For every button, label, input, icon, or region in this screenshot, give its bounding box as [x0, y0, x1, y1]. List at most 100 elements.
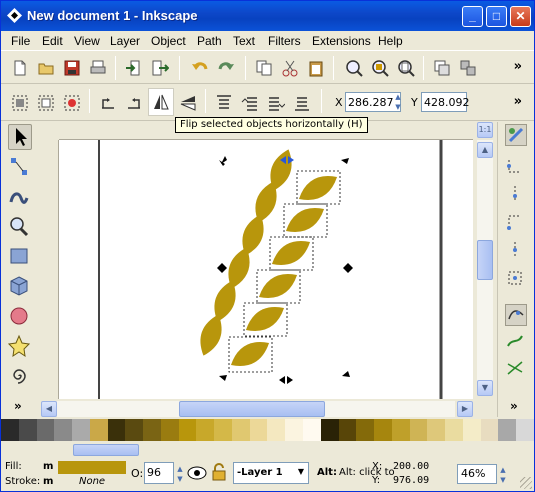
- leaf-group[interactable]: [194, 146, 341, 373]
- title-bar[interactable]: New document 1 - Inkscape _ □ ✕: [1, 1, 534, 31]
- hscroll-thumb[interactable]: [179, 401, 325, 417]
- palette-swatch[interactable]: [356, 419, 375, 441]
- snap-toggle-button[interactable]: [505, 124, 527, 146]
- zoom-1to1-icon[interactable]: 1:1: [477, 122, 493, 138]
- flip-horizontal-button[interactable]: [148, 88, 174, 116]
- palette-swatch[interactable]: [516, 419, 534, 441]
- menu-help[interactable]: Help: [378, 34, 403, 48]
- palette-swatch[interactable]: [303, 419, 321, 441]
- snap-overflow-button[interactable]: »: [510, 399, 518, 413]
- print-icon[interactable]: [89, 59, 107, 77]
- palette-swatch[interactable]: [1, 419, 19, 441]
- undo-icon[interactable]: [191, 59, 209, 77]
- palette-swatch[interactable]: [249, 419, 268, 441]
- minimize-button[interactable]: _: [462, 6, 483, 27]
- export-icon[interactable]: [151, 59, 169, 77]
- rotate-cw-icon[interactable]: [125, 94, 143, 112]
- lock-icon[interactable]: [211, 463, 227, 481]
- zoom-selection-icon[interactable]: [345, 59, 363, 77]
- redo-icon[interactable]: [217, 59, 235, 77]
- maximize-button[interactable]: □: [486, 6, 507, 27]
- scale-handle-e[interactable]: [343, 263, 353, 273]
- menu-path[interactable]: Path: [197, 34, 222, 48]
- commands-overflow-button[interactable]: »: [514, 59, 522, 74]
- palette-swatch[interactable]: [320, 419, 339, 441]
- spiral-tool[interactable]: [8, 364, 32, 390]
- menu-layer[interactable]: Layer: [110, 34, 140, 48]
- leaf-right-1[interactable]: [294, 169, 342, 208]
- palette-swatch[interactable]: [125, 419, 144, 441]
- zoom-spinner[interactable]: ▲ ▼: [498, 465, 508, 485]
- palette-swatch[interactable]: [391, 419, 410, 441]
- palette-swatch[interactable]: [107, 419, 126, 441]
- star-tool[interactable]: [7, 334, 32, 360]
- flip-vertical-icon[interactable]: [179, 94, 197, 112]
- y-input[interactable]: 428.092: [421, 92, 470, 112]
- palette-swatch[interactable]: [178, 419, 197, 441]
- menu-edit[interactable]: Edit: [42, 34, 63, 48]
- raise-to-top-icon[interactable]: [215, 94, 233, 112]
- scale-handle-ne[interactable]: [341, 158, 349, 164]
- lower-to-bottom-icon[interactable]: [293, 94, 311, 112]
- layer-selector[interactable]: -Layer 1 ▼: [233, 462, 309, 484]
- eye-visibility-icon[interactable]: [187, 465, 207, 481]
- tweak-tool[interactable]: [8, 184, 32, 210]
- palette-scrollbar[interactable]: [1, 443, 534, 457]
- cut-icon[interactable]: [281, 59, 299, 77]
- scale-handle-nw[interactable]: [219, 156, 227, 166]
- scroll-right-icon[interactable]: ▶: [457, 401, 473, 417]
- clone-icon[interactable]: [459, 59, 477, 77]
- snap-corner-button[interactable]: [505, 212, 527, 234]
- deselect-icon[interactable]: [63, 94, 81, 112]
- snap-center-button[interactable]: [505, 268, 527, 290]
- opacity-input[interactable]: 96: [144, 462, 174, 484]
- palette-swatch[interactable]: [36, 419, 55, 441]
- controls-overflow-button[interactable]: »: [514, 94, 522, 109]
- scale-handle-sw[interactable]: [219, 375, 227, 381]
- palette-swatch[interactable]: [480, 419, 499, 441]
- select-all-layers-icon[interactable]: [37, 94, 55, 112]
- x-spinner[interactable]: ▲ ▼: [393, 92, 403, 112]
- snap-edge-button[interactable]: [505, 184, 527, 206]
- selector-tool[interactable]: [8, 124, 32, 150]
- scroll-up-icon[interactable]: ▲: [477, 142, 493, 158]
- palette-swatch[interactable]: [445, 419, 463, 441]
- leaf-right-6[interactable]: [226, 335, 274, 374]
- zoom-drawing-icon[interactable]: [371, 59, 389, 77]
- snap-nodes-button[interactable]: [505, 304, 527, 326]
- palette-swatch[interactable]: [72, 419, 90, 441]
- palette-swatch[interactable]: [338, 419, 357, 441]
- palette-swatch[interactable]: [267, 419, 286, 441]
- import-icon[interactable]: [125, 59, 143, 77]
- rotate-ccw-icon[interactable]: [99, 94, 117, 112]
- vertical-scrollbar[interactable]: 1:1 ▲ ▼: [473, 122, 497, 399]
- palette-swatch[interactable]: [427, 419, 446, 441]
- snap-intersections-button[interactable]: [505, 358, 527, 380]
- palette-swatch[interactable]: [54, 419, 73, 441]
- palette-swatch[interactable]: [231, 419, 250, 441]
- menu-file[interactable]: File: [11, 34, 30, 48]
- palette-swatch[interactable]: [285, 419, 304, 441]
- palette-swatch[interactable]: [374, 419, 392, 441]
- snap-bbox-button[interactable]: [505, 156, 527, 178]
- open-folder-icon[interactable]: [37, 59, 55, 77]
- rectangle-tool[interactable]: [8, 244, 32, 270]
- opacity-spinner[interactable]: ▲ ▼: [175, 464, 185, 484]
- scale-handle-s[interactable]: [279, 376, 293, 384]
- fill-swatch[interactable]: [58, 461, 126, 474]
- leaf-right-2[interactable]: [281, 201, 329, 240]
- zoom-input[interactable]: 46%: [457, 464, 497, 484]
- menu-view[interactable]: View: [74, 34, 100, 48]
- color-palette[interactable]: [1, 419, 534, 441]
- select-all-icon[interactable]: [11, 94, 29, 112]
- stroke-none-value[interactable]: None: [79, 476, 105, 487]
- scroll-down-icon[interactable]: ▼: [477, 380, 493, 396]
- raise-icon[interactable]: [241, 94, 259, 112]
- palette-swatch[interactable]: [160, 419, 179, 441]
- menu-filters[interactable]: Filters: [268, 34, 301, 48]
- 3d-box-tool[interactable]: [8, 274, 32, 300]
- leaf-right-5[interactable]: [241, 300, 289, 339]
- vscroll-thumb[interactable]: [477, 240, 493, 280]
- zoom-tool[interactable]: [8, 214, 32, 240]
- scroll-left-icon[interactable]: ◀: [41, 401, 57, 417]
